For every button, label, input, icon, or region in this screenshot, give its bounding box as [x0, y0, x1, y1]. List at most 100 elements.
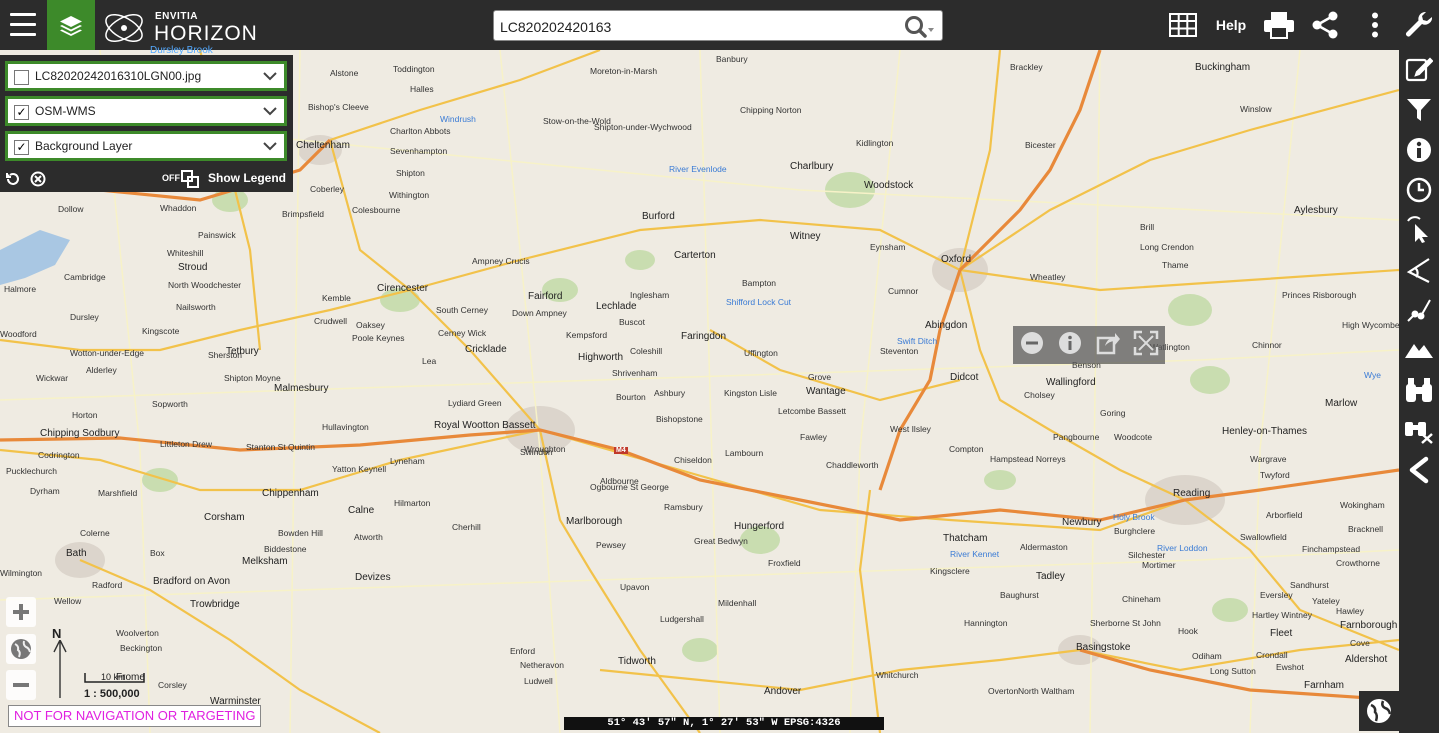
table-icon[interactable] [1166, 0, 1200, 50]
place-label: Royal Wootton Bassett [434, 420, 536, 431]
place-label: Kempsford [566, 330, 608, 340]
place-label: Lydiard Green [448, 398, 502, 408]
share-feature-icon[interactable] [1095, 330, 1121, 361]
place-label: Bampton [742, 278, 777, 288]
place-label: Wellow [54, 596, 82, 606]
place-label: Sherston [208, 350, 243, 360]
place-label: Cherhill [452, 522, 481, 532]
help-link[interactable]: Help [1208, 0, 1254, 50]
legend-toggle-state[interactable]: OFF [162, 173, 180, 183]
place-label: Highworth [578, 352, 624, 363]
place-label: Dursley [70, 312, 99, 322]
chevron-down-icon[interactable] [262, 68, 278, 89]
place-label: Kingscote [142, 326, 180, 336]
place-label: Grove [808, 372, 832, 382]
info-circle-icon[interactable] [1403, 134, 1435, 166]
terrain-icon[interactable] [1403, 334, 1435, 366]
place-label: Burford [642, 211, 675, 222]
place-label: Thatcham [943, 533, 988, 544]
basemap-globe-button[interactable] [1359, 691, 1399, 731]
place-label: Ludwell [524, 676, 553, 686]
place-label: Crondall [1256, 650, 1288, 660]
search-input[interactable] [498, 14, 902, 39]
place-label: Brimpsfield [282, 209, 325, 219]
place-label: Enford [510, 646, 536, 656]
hamburger-menu-icon[interactable] [10, 13, 36, 37]
plus-icon [13, 604, 29, 620]
chevron-down-icon[interactable] [262, 138, 278, 159]
layer-row[interactable]: LC82020242016310LGN00.jpg [5, 61, 287, 91]
layer-panel: LC82020242016310LGN00.jpg ✓ OSM-WMS ✓ Ba… [0, 55, 293, 192]
layer-checkbox[interactable] [14, 70, 29, 85]
place-label: Banbury [716, 54, 748, 64]
place-label: Thame [1162, 260, 1189, 270]
place-label: Lyneham [390, 456, 425, 466]
water-label: River Loddon [1157, 543, 1208, 553]
place-label: Ampney Crucis [472, 256, 530, 266]
place-label: Hullavington [322, 422, 369, 432]
binoculars-clear-icon[interactable] [1403, 414, 1435, 446]
place-label: Wheatley [1030, 272, 1066, 282]
zoom-out-feature-icon[interactable] [1019, 330, 1045, 361]
place-label: Great Bedwyn [694, 536, 748, 546]
place-label: Mildenhall [718, 598, 757, 608]
print-icon[interactable] [1260, 0, 1298, 50]
layer-row[interactable]: ✓ Background Layer [5, 131, 287, 161]
search-icon[interactable] [904, 15, 936, 44]
filter-icon[interactable] [1403, 94, 1435, 126]
share-icon[interactable] [1306, 0, 1344, 50]
place-label: Lea [422, 356, 437, 366]
place-label: Dollow [58, 204, 84, 214]
place-label: Aldermaston [1020, 542, 1068, 552]
zoom-out-button[interactable] [6, 670, 36, 700]
place-label: Charlbury [790, 161, 834, 172]
place-label: Toddington [393, 64, 435, 74]
place-label: Wroughton [524, 444, 566, 454]
globe-icon [1367, 699, 1392, 723]
measure-angle-icon[interactable] [1403, 254, 1435, 286]
minus-icon [13, 683, 29, 687]
place-label: Letcombe Bassett [778, 406, 847, 416]
place-label: Hartley Wintney [1252, 610, 1312, 620]
binoculars-icon[interactable] [1403, 374, 1435, 406]
show-legend-label[interactable]: Show Legend [208, 171, 286, 185]
clear-icon[interactable] [30, 171, 46, 192]
legend-toggle-icon[interactable] [181, 170, 199, 193]
scale-ratio: 1 : 500,000 [84, 688, 140, 700]
select-cursor-icon[interactable] [1403, 214, 1435, 246]
zoom-in-button[interactable] [6, 597, 36, 627]
place-label: Crudwell [314, 316, 348, 326]
collapse-chevron-icon[interactable] [1403, 454, 1435, 486]
layer-checkbox[interactable]: ✓ [14, 140, 29, 155]
place-label: Hungerford [734, 521, 785, 532]
layers-button[interactable] [47, 0, 95, 50]
place-label: Radford [92, 580, 123, 590]
place-label: Faringdon [681, 331, 727, 342]
place-label: Marlborough [566, 516, 623, 527]
globe-view-button[interactable] [6, 634, 36, 664]
place-label: Finchampstead [1302, 544, 1361, 554]
layer-checkbox[interactable]: ✓ [14, 105, 29, 120]
place-label: Chippenham [262, 488, 319, 499]
edit-icon[interactable] [1403, 53, 1435, 85]
info-icon[interactable] [1057, 330, 1083, 361]
scale-unit: 10 km [101, 672, 126, 682]
place-label: West Ilsley [890, 424, 931, 434]
more-options-icon[interactable] [1360, 0, 1390, 50]
place-label: Arborfield [1266, 510, 1303, 520]
place-label: Yatton Keynell [332, 464, 387, 474]
place-label: Chipping Sodbury [40, 428, 120, 439]
fullscreen-icon[interactable] [1133, 330, 1159, 361]
place-label: Halles [410, 84, 434, 94]
wrench-icon[interactable] [1400, 0, 1438, 50]
layer-row[interactable]: ✓ OSM-WMS [5, 96, 287, 126]
place-label: Kemble [322, 293, 351, 303]
reset-icon[interactable] [5, 171, 21, 192]
clock-icon[interactable] [1403, 174, 1435, 206]
place-label: Ludgershall [660, 614, 704, 624]
place-label: Chiseldon [674, 455, 712, 465]
measure-path-icon[interactable] [1403, 294, 1435, 326]
place-label: Marlow [1325, 398, 1358, 409]
chevron-down-icon[interactable] [262, 103, 278, 124]
place-label: Nailsworth [176, 302, 216, 312]
